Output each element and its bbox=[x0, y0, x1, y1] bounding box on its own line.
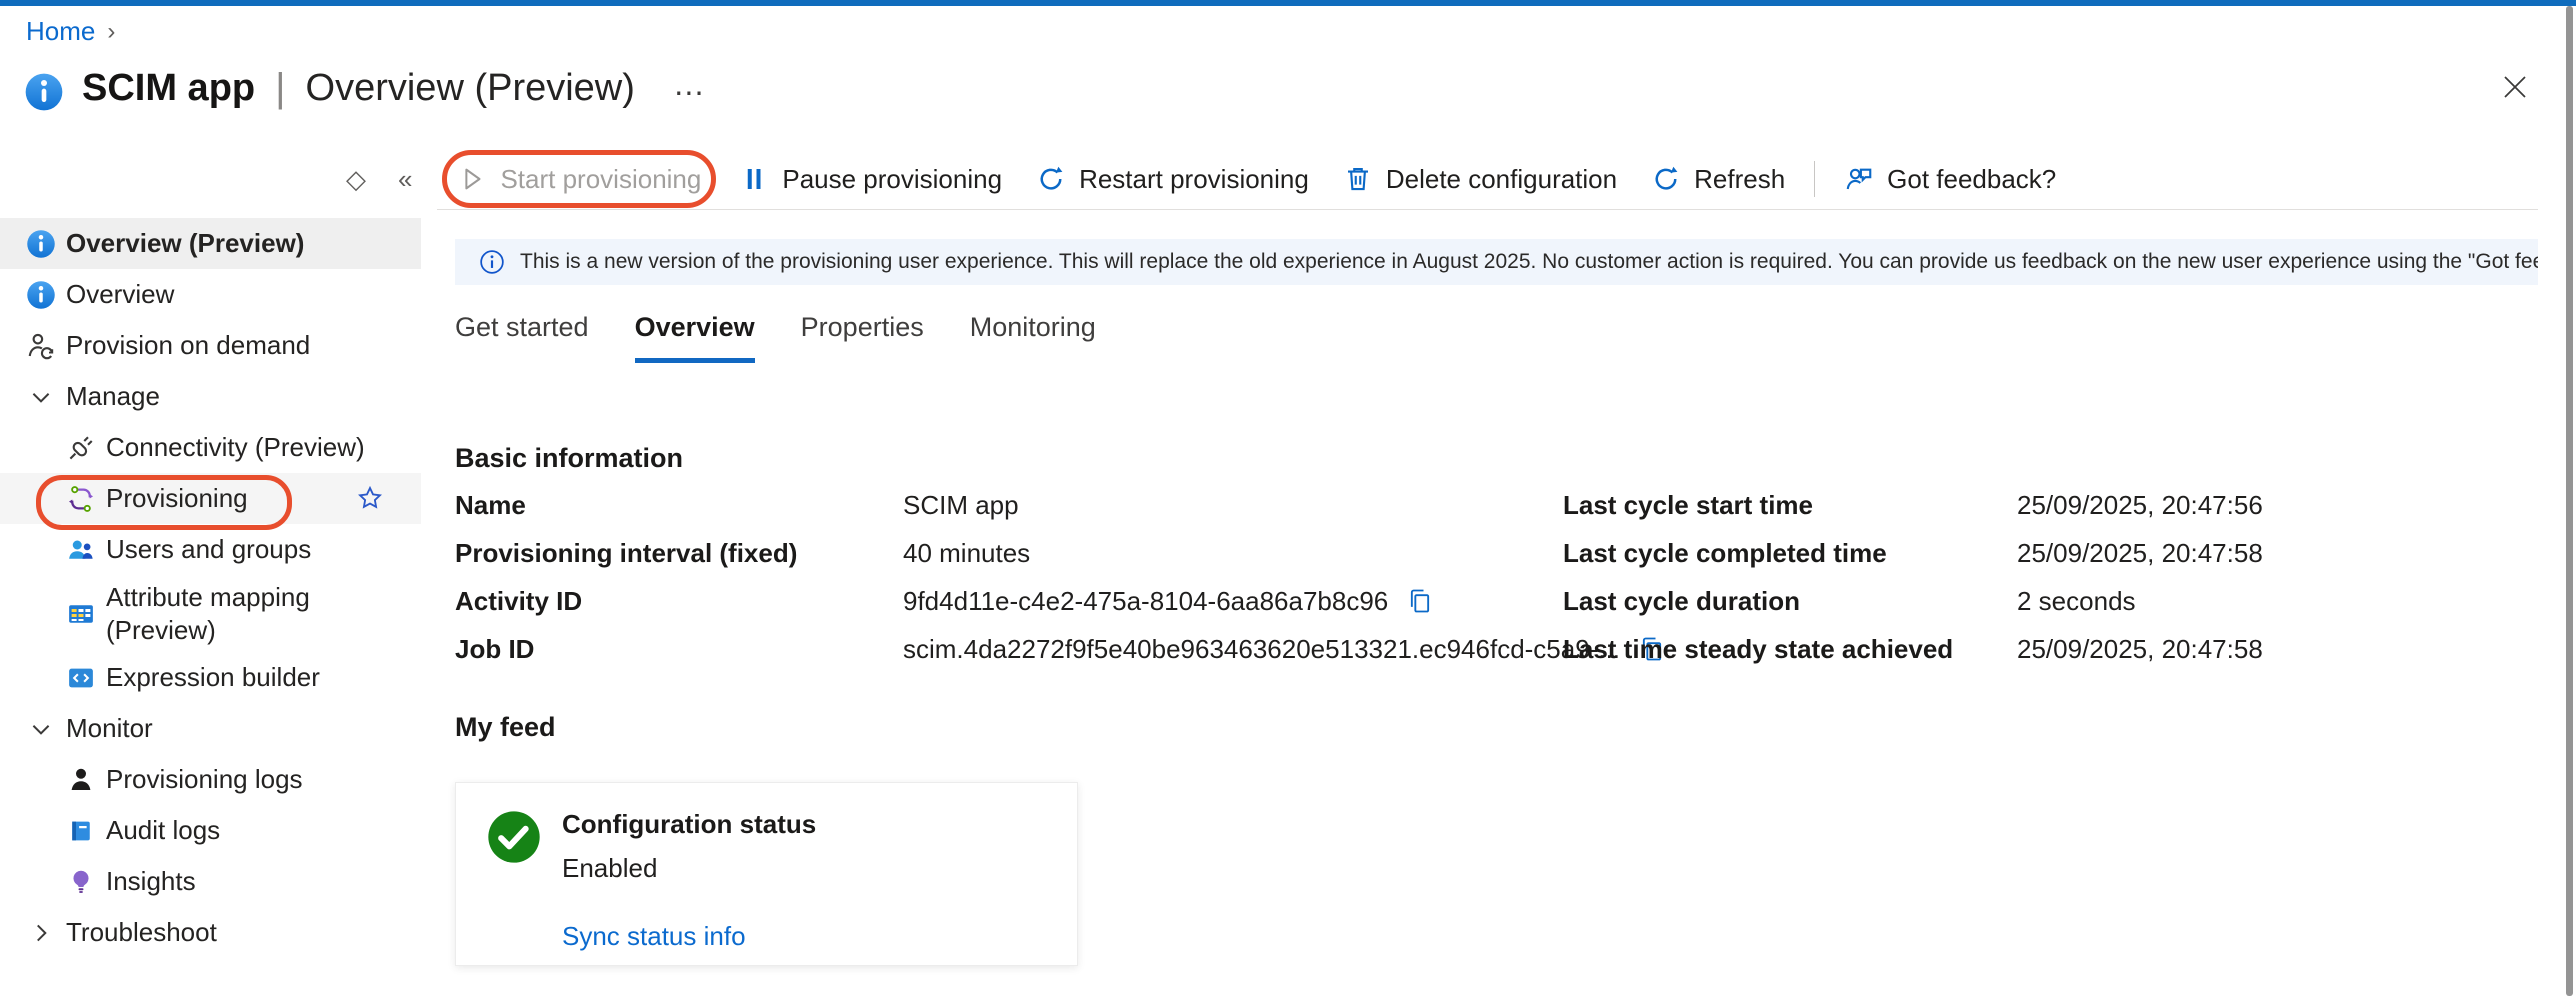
chevron-right-icon bbox=[28, 920, 54, 946]
play-icon bbox=[457, 164, 487, 194]
app-name: SCIM app bbox=[82, 67, 255, 110]
app-info-icon bbox=[24, 72, 64, 112]
chevron-down-icon bbox=[28, 384, 54, 410]
sidebar-item-audit-logs[interactable]: Audit logs bbox=[0, 805, 421, 856]
info-banner-text: This is a new version of the provisionin… bbox=[520, 250, 2538, 274]
close-icon[interactable] bbox=[2500, 72, 2530, 102]
info-row-last-cycle-completed: Last cycle completed time 25/09/2025, 20… bbox=[1563, 529, 2263, 577]
sidebar-item-connectivity[interactable]: Connectivity (Preview) bbox=[0, 422, 421, 473]
check-circle-icon bbox=[486, 809, 542, 865]
delete-configuration-button[interactable]: Delete configuration bbox=[1326, 153, 1634, 205]
sidebar-item-provision-on-demand[interactable]: Provision on demand bbox=[0, 320, 421, 371]
copy-icon[interactable] bbox=[1406, 587, 1434, 615]
favorite-star-icon[interactable] bbox=[356, 484, 384, 512]
info-row-name: Name SCIM app bbox=[455, 481, 1666, 529]
basic-info-right-column: Last cycle start time 25/09/2025, 20:47:… bbox=[1563, 481, 2263, 673]
person-sync-icon bbox=[26, 331, 56, 361]
tab-bar: Get started Overview Properties Monitori… bbox=[455, 312, 1096, 363]
scim-app-overview-page: Home › SCIM app | Overview (Preview) … ◇… bbox=[0, 0, 2576, 996]
configuration-status-card: Configuration status Enabled Sync status… bbox=[455, 782, 1078, 966]
start-provisioning-button[interactable]: Start provisioning bbox=[447, 153, 711, 205]
feedback-icon bbox=[1844, 164, 1874, 194]
sidebar-item-provisioning-logs[interactable]: Provisioning logs bbox=[0, 754, 421, 805]
sidebar-item-users-and-groups[interactable]: Users and groups bbox=[0, 524, 421, 575]
sidebar-item-expression-builder[interactable]: Expression builder bbox=[0, 652, 421, 703]
trash-icon bbox=[1343, 164, 1373, 194]
info-row-last-cycle-start: Last cycle start time 25/09/2025, 20:47:… bbox=[1563, 481, 2263, 529]
provisioning-cycle-icon bbox=[66, 484, 96, 514]
info-row-job-id: Job ID scim.4da2272f9f5e40be963463620e51… bbox=[455, 625, 1666, 673]
sidebar-item-provisioning[interactable]: Provisioning bbox=[0, 473, 421, 524]
table-icon bbox=[66, 599, 96, 629]
got-feedback-button[interactable]: Got feedback? bbox=[1827, 153, 2073, 205]
book-icon bbox=[66, 816, 96, 846]
info-row-activity-id: Activity ID 9fd4d11e-c4e2-475a-8104-6aa8… bbox=[455, 577, 1666, 625]
command-bar: ◇ « Start provisioning Pause provisionin… bbox=[330, 150, 2073, 208]
person-log-icon bbox=[66, 765, 96, 795]
restart-icon bbox=[1036, 164, 1066, 194]
refresh-icon bbox=[1651, 164, 1681, 194]
top-accent-bar bbox=[0, 0, 2576, 6]
breadcrumb-home-link[interactable]: Home bbox=[26, 16, 95, 47]
breadcrumb: Home › bbox=[26, 16, 115, 47]
command-bar-divider bbox=[437, 209, 2538, 210]
tab-monitoring[interactable]: Monitoring bbox=[970, 312, 1096, 363]
sidebar-item-insights[interactable]: Insights bbox=[0, 856, 421, 907]
tab-overview[interactable]: Overview bbox=[635, 312, 755, 363]
tab-get-started[interactable]: Get started bbox=[455, 312, 589, 363]
sidebar-menu: Overview (Preview) Overview Provision on… bbox=[0, 218, 421, 958]
my-feed-heading: My feed bbox=[455, 712, 556, 743]
restart-provisioning-button[interactable]: Restart provisioning bbox=[1019, 153, 1326, 205]
breadcrumb-chevron-icon: › bbox=[107, 18, 115, 46]
title-separator: | bbox=[275, 66, 285, 111]
sidebar-item-attribute-mapping[interactable]: Attribute mapping (Preview) bbox=[0, 575, 421, 652]
chevron-down-icon bbox=[28, 716, 54, 742]
toolbar-divider bbox=[1814, 161, 1815, 197]
plug-icon bbox=[66, 433, 96, 463]
basic-info-left-column: Name SCIM app Provisioning interval (fix… bbox=[455, 481, 1666, 673]
page-title: SCIM app | Overview (Preview) … bbox=[24, 64, 707, 112]
sync-status-info-link[interactable]: Sync status info bbox=[562, 921, 816, 952]
page-section-title: Overview (Preview) bbox=[306, 67, 635, 110]
sidebar-group-monitor[interactable]: Monitor bbox=[0, 703, 421, 754]
info-icon bbox=[26, 229, 56, 259]
info-icon bbox=[26, 280, 56, 310]
info-row-provisioning-interval: Provisioning interval (fixed) 40 minutes bbox=[455, 529, 1666, 577]
more-options-icon[interactable]: … bbox=[673, 66, 707, 103]
refresh-button[interactable]: Refresh bbox=[1634, 153, 1802, 205]
card-title: Configuration status bbox=[562, 809, 816, 840]
vertical-scrollbar[interactable] bbox=[2566, 6, 2573, 996]
info-row-last-steady-state: Last time steady state achieved 25/09/20… bbox=[1563, 625, 2263, 673]
sidebar-group-manage[interactable]: Manage bbox=[0, 371, 421, 422]
code-icon bbox=[66, 663, 96, 693]
pause-icon bbox=[739, 164, 769, 194]
sidebar-group-troubleshoot[interactable]: Troubleshoot bbox=[0, 907, 421, 958]
sidebar-item-overview[interactable]: Overview bbox=[0, 269, 421, 320]
info-outline-icon bbox=[479, 249, 505, 275]
tab-properties[interactable]: Properties bbox=[801, 312, 924, 363]
lightbulb-icon bbox=[66, 867, 96, 897]
users-icon bbox=[66, 535, 96, 565]
pause-provisioning-button[interactable]: Pause provisioning bbox=[722, 153, 1019, 205]
resize-handle-icon[interactable]: ◇ bbox=[330, 164, 382, 195]
annotation-ring-start-provisioning: Start provisioning bbox=[442, 150, 716, 208]
info-banner: This is a new version of the provisionin… bbox=[455, 239, 2538, 285]
info-row-last-cycle-duration: Last cycle duration 2 seconds bbox=[1563, 577, 2263, 625]
status-value: Enabled bbox=[562, 853, 816, 884]
basic-information-heading: Basic information bbox=[455, 443, 683, 474]
collapse-sidebar-icon[interactable]: « bbox=[382, 164, 428, 195]
sidebar-item-overview-preview[interactable]: Overview (Preview) bbox=[0, 218, 421, 269]
